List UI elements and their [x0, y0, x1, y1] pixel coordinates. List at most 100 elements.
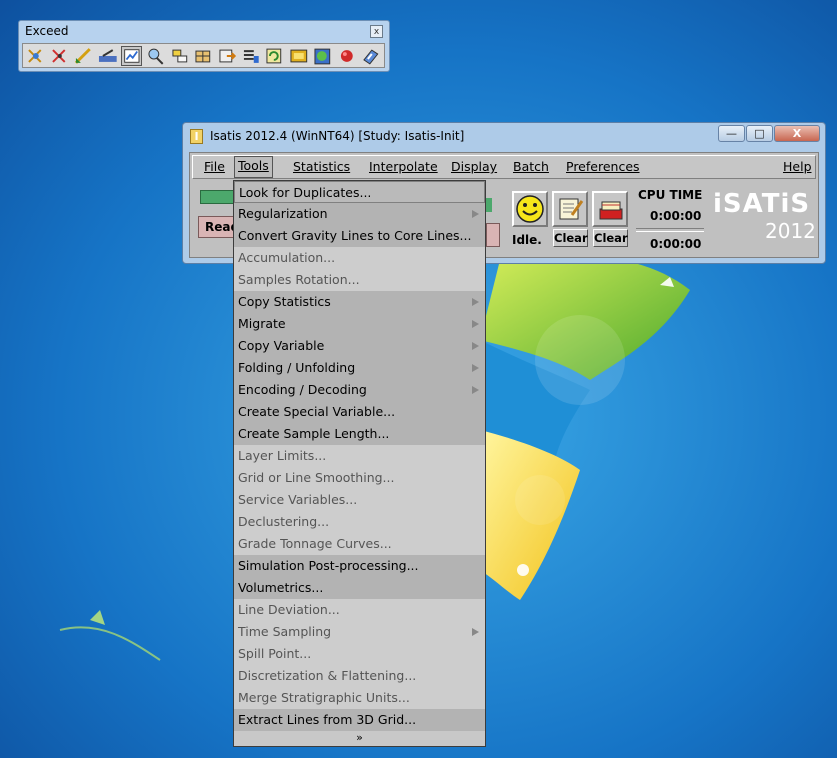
- tools-menu-item[interactable]: Simulation Post-processing...: [234, 555, 485, 577]
- tools-menu-item-label: Discretization & Flattening...: [238, 668, 417, 683]
- tools-dropdown-menu: Look for Duplicates... Regularization Conv…: [233, 180, 486, 747]
- minimize-button[interactable]: —: [718, 125, 745, 142]
- tools-menu-item-label: Folding / Unfolding: [238, 360, 356, 375]
- submenu-arrow-icon: [472, 210, 479, 218]
- exceed-tool-strip: [22, 43, 385, 68]
- elapsed-time-value: 0:00:00: [650, 237, 702, 251]
- smiley-icon: [516, 195, 544, 223]
- menu-scroll-more-button[interactable]: »: [234, 731, 485, 746]
- exceed-close-button[interactable]: x: [370, 25, 383, 38]
- grid-icon[interactable]: [193, 46, 215, 66]
- batch-button[interactable]: [592, 191, 628, 227]
- submenu-arrow-icon: [472, 386, 479, 394]
- help-icon[interactable]: [360, 46, 382, 66]
- tools-menu-item[interactable]: Migrate: [234, 313, 485, 335]
- tools-menu-item[interactable]: Encoding / Decoding: [234, 379, 485, 401]
- idle-label: Idle.: [512, 233, 542, 247]
- menu-help[interactable]: Help: [783, 156, 812, 178]
- tools-menu-item[interactable]: Accumulation...: [234, 247, 485, 269]
- tools-menu-item[interactable]: Declustering...: [234, 511, 485, 533]
- tools-menu-item-label: Simulation Post-processing...: [238, 558, 419, 573]
- menu-interpolate-label: Interpolate: [369, 159, 438, 174]
- submenu-arrow-icon: [472, 320, 479, 328]
- draw-icon[interactable]: [73, 46, 95, 66]
- tools-menu-item[interactable]: Line Deviation...: [234, 599, 485, 621]
- isatis-logo-year: 2012: [765, 219, 816, 243]
- tools-menu-item-label: Spill Point...: [238, 646, 312, 661]
- select-icon[interactable]: [25, 46, 47, 66]
- menu-preferences[interactable]: Preferences: [566, 156, 640, 178]
- tools-menu-item-label: Regularization: [238, 206, 328, 221]
- window-title: Isatis 2012.4 (WinNT64) [Study: Isatis-I…: [210, 129, 465, 143]
- tools-menu-item-label: Accumulation...: [238, 250, 336, 265]
- tools-menu-item[interactable]: Extract Lines from 3D Grid...: [234, 709, 485, 731]
- tools-menu-item-label: Merge Stratigraphic Units...: [238, 690, 410, 705]
- tools-menu-item[interactable]: Folding / Unfolding: [234, 357, 485, 379]
- messages-button[interactable]: [552, 191, 588, 227]
- notepad-icon: [559, 198, 584, 220]
- cut-icon[interactable]: [49, 46, 71, 66]
- maximize-button[interactable]: □: [746, 125, 773, 142]
- tools-menu-item-label: Encoding / Decoding: [238, 382, 367, 397]
- tools-menu-item-label: Grade Tonnage Curves...: [238, 536, 392, 551]
- tools-menu-item[interactable]: Discretization & Flattening...: [234, 665, 485, 687]
- tools-menu-item[interactable]: Layer Limits...: [234, 445, 485, 467]
- menu-batch-label: Batch: [513, 159, 549, 174]
- tools-menu-item[interactable]: Convert Gravity Lines to Core Lines...: [234, 225, 485, 247]
- tools-menu-item[interactable]: Merge Stratigraphic Units...: [234, 687, 485, 709]
- tools-menu-item-label: Migrate: [238, 316, 286, 331]
- menu-display[interactable]: Display: [451, 156, 497, 178]
- tools-menu-item[interactable]: Create Special Variable...: [234, 401, 485, 423]
- tools-menu-item[interactable]: Copy Variable: [234, 335, 485, 357]
- app-icon: I: [190, 129, 203, 144]
- tools-menu-item-label: Samples Rotation...: [238, 272, 360, 287]
- tools-menu-item[interactable]: Look for Duplicates...: [234, 181, 485, 203]
- menu-help-label: Help: [783, 159, 812, 174]
- time-separator: [636, 228, 704, 232]
- menu-file-label: File: [204, 159, 225, 174]
- tools-menu-item[interactable]: Service Variables...: [234, 489, 485, 511]
- isatis-logo: iSATiS: [713, 189, 811, 219]
- tools-menu-item[interactable]: Grade Tonnage Curves...: [234, 533, 485, 555]
- list-icon[interactable]: [240, 46, 262, 66]
- tools-menu-item-label: Convert Gravity Lines to Core Lines...: [238, 228, 472, 243]
- refresh-icon[interactable]: [264, 46, 286, 66]
- exceed-title: Exceed: [25, 24, 69, 38]
- layer-icon[interactable]: [169, 46, 191, 66]
- submenu-arrow-icon: [472, 628, 479, 636]
- tools-menu-item[interactable]: Spill Point...: [234, 643, 485, 665]
- zoom-icon[interactable]: [145, 46, 167, 66]
- export-icon[interactable]: [217, 46, 239, 66]
- menu-display-label: Display: [451, 159, 498, 174]
- record-icon[interactable]: [336, 46, 358, 66]
- measure-icon[interactable]: [97, 46, 119, 66]
- clear-messages-button[interactable]: Clear: [553, 229, 588, 247]
- tools-menu-item-label: Create Sample Length...: [238, 426, 390, 441]
- menu-interpolate[interactable]: Interpolate: [369, 156, 438, 178]
- tools-menu-item[interactable]: Volumetrics...: [234, 577, 485, 599]
- chart-icon[interactable]: [120, 45, 143, 66]
- menu-statistics-label: Statistics: [293, 159, 351, 174]
- menu-statistics[interactable]: Statistics: [293, 156, 350, 178]
- menu-file[interactable]: File: [204, 156, 225, 178]
- menubar: File Tools Statistics Interpolate Displa…: [192, 155, 816, 179]
- tools-menu-item-label: Declustering...: [238, 514, 330, 529]
- tools-menu-item[interactable]: Copy Statistics: [234, 291, 485, 313]
- tools-menu-item[interactable]: Create Sample Length...: [234, 423, 485, 445]
- globe-icon[interactable]: [312, 46, 334, 66]
- tools-menu-item[interactable]: Time Sampling: [234, 621, 485, 643]
- close-button[interactable]: X: [774, 125, 820, 142]
- tools-menu-item[interactable]: Grid or Line Smoothing...: [234, 467, 485, 489]
- cpu-time-value: 0:00:00: [650, 209, 702, 223]
- tools-menu-item-label: Volumetrics...: [238, 580, 324, 595]
- submenu-arrow-icon: [472, 298, 479, 306]
- menu-tools[interactable]: Tools: [234, 156, 273, 178]
- tools-menu-item-label: Layer Limits...: [238, 448, 327, 463]
- tools-menu-item[interactable]: Regularization: [234, 203, 485, 225]
- palette-icon[interactable]: [288, 46, 310, 66]
- tools-menu-item[interactable]: Samples Rotation...: [234, 269, 485, 291]
- smiley-status-button[interactable]: [512, 191, 548, 227]
- menu-batch[interactable]: Batch: [513, 156, 549, 178]
- tools-menu-item-label: Service Variables...: [238, 492, 358, 507]
- clear-batch-button[interactable]: Clear: [593, 229, 628, 247]
